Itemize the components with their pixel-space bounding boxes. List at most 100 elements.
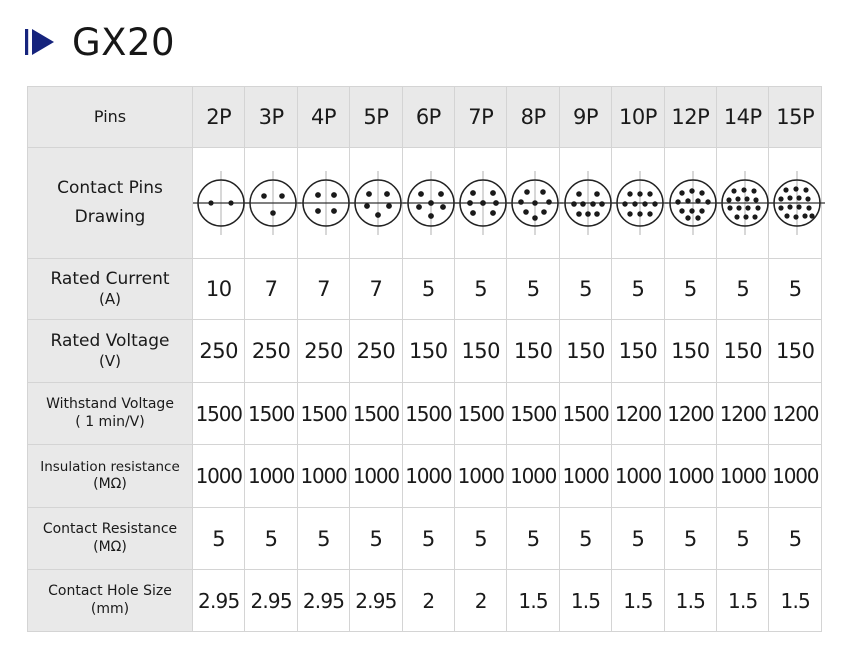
cell-rated-voltage-6p: 150 — [401, 319, 456, 383]
table-row-withstand-voltage: Withstand Voltage( 1 min/V) 1500 1500 1500 1… — [27, 382, 822, 445]
cell-withstand-voltage-12p: 1200 — [663, 382, 718, 445]
cell-contact-resistance-12p: 5 — [663, 507, 718, 570]
row-label-line2: Drawing — [74, 207, 146, 227]
cell-insulation-resistance-5p: 1000 — [349, 444, 403, 508]
row-label-line2: (V) — [99, 352, 121, 371]
column-header-9p: 9P — [558, 86, 613, 148]
page-title-bar: GX20 — [24, 18, 175, 66]
cell-contact-hole-size-10p: 1.5 — [611, 569, 665, 632]
cell-contact-resistance-7p: 5 — [454, 507, 508, 570]
cell-insulation-resistance-12p: 1000 — [663, 444, 718, 508]
cell-withstand-voltage-3p: 1500 — [244, 382, 298, 445]
cell-contact-hole-size-12p: 1.5 — [663, 569, 718, 632]
connector-drawing-9p — [558, 147, 616, 259]
cell-insulation-resistance-6p: 1000 — [401, 444, 456, 508]
cell-insulation-resistance-15p: 1000 — [768, 444, 822, 508]
row-label-contact-hole-size: Contact Hole Size (mm) — [27, 569, 193, 632]
table-row-rated-voltage: Rated Voltage (V) 250 250 250 250 150 150 150 150… — [27, 319, 822, 383]
connector-drawing-3p — [244, 147, 302, 259]
column-header-10p: 10P — [611, 86, 665, 148]
cell-contact-hole-size-3p: 2.95 — [244, 569, 298, 632]
cell-withstand-voltage-5p: 1500 — [349, 382, 403, 445]
table-header-row: Pins 2P 3P 4P 5P 6P 7P 8P 9P 10P 12P 14P 15P — [27, 86, 822, 148]
cell-contact-resistance-10p: 5 — [611, 507, 665, 570]
cell-contact-hole-size-15p: 1.5 — [768, 569, 822, 632]
cell-rated-current-4p: 7 — [296, 258, 351, 320]
cell-insulation-resistance-7p: 1000 — [454, 444, 508, 508]
cell-rated-current-6p: 5 — [401, 258, 456, 320]
cell-rated-voltage-8p: 150 — [506, 319, 560, 383]
cell-contact-resistance-14p: 5 — [716, 507, 770, 570]
column-header-8p: 8P — [506, 86, 560, 148]
cell-rated-current-14p: 5 — [716, 258, 770, 320]
row-label-insulation-resistance: Insulation resistance (MΩ) — [27, 444, 193, 508]
cell-insulation-resistance-2p: 1000 — [191, 444, 246, 508]
row-label-line1: Contact Resistance — [42, 521, 178, 537]
cell-contact-resistance-9p: 5 — [558, 507, 613, 570]
connector-drawing-8p — [506, 147, 564, 259]
cell-rated-current-15p: 5 — [768, 258, 822, 320]
column-header-5p: 5P — [349, 86, 403, 148]
cell-contact-resistance-2p: 5 — [191, 507, 246, 570]
row-label-line1: Rated Voltage — [50, 331, 170, 351]
cell-rated-voltage-4p: 250 — [296, 319, 351, 383]
row-label-rated-voltage: Rated Voltage (V) — [27, 319, 193, 383]
cell-rated-voltage-3p: 250 — [244, 319, 298, 383]
cell-contact-hole-size-14p: 1.5 — [716, 569, 770, 632]
connector-drawing-14p — [716, 147, 774, 259]
cell-rated-voltage-10p: 150 — [611, 319, 665, 383]
column-header-12p: 12P — [663, 86, 718, 148]
connector-drawing-7p — [454, 147, 512, 259]
row-label-contact-resistance: Contact Resistance (MΩ) — [27, 507, 193, 570]
specifications-table: Pins 2P 3P 4P 5P 6P 7P 8P 9P 10P 12P 14P 15P Contact … — [27, 86, 826, 632]
cell-rated-voltage-2p: 250 — [191, 319, 246, 383]
cell-insulation-resistance-10p: 1000 — [611, 444, 665, 508]
cell-rated-voltage-7p: 150 — [454, 319, 508, 383]
connector-drawing-10p — [611, 147, 669, 259]
cell-insulation-resistance-9p: 1000 — [558, 444, 613, 508]
cell-contact-resistance-4p: 5 — [296, 507, 351, 570]
row-label-contact-pins-drawing: Contact Pins Drawing — [27, 147, 193, 259]
row-label-line1: Rated Current — [50, 269, 170, 289]
cell-contact-hole-size-5p: 2.95 — [349, 569, 403, 632]
cell-rated-voltage-9p: 150 — [558, 319, 613, 383]
cell-rated-current-8p: 5 — [506, 258, 560, 320]
cell-rated-current-3p: 7 — [244, 258, 298, 320]
page-title: GX20 — [72, 20, 176, 64]
play-triangle-icon — [25, 29, 54, 55]
row-label-line1: Withstand Voltage — [46, 396, 174, 412]
cell-withstand-voltage-15p: 1200 — [768, 382, 822, 445]
cell-contact-hole-size-7p: 2 — [454, 569, 508, 632]
row-label-line2: (MΩ) — [93, 475, 127, 492]
cell-rated-current-5p: 7 — [349, 258, 403, 320]
cell-contact-resistance-6p: 5 — [401, 507, 456, 570]
row-label-withstand-voltage: Withstand Voltage( 1 min/V) — [27, 382, 193, 445]
cell-contact-hole-size-4p: 2.95 — [296, 569, 351, 632]
table-row-insulation-resistance: Insulation resistance (MΩ) 1000 1000 1000 100… — [27, 444, 822, 508]
cell-withstand-voltage-8p: 1500 — [506, 382, 560, 445]
cell-rated-current-2p: 10 — [191, 258, 246, 320]
connector-drawing-2p — [191, 147, 249, 259]
cell-rated-current-10p: 5 — [611, 258, 665, 320]
row-label-line2: (mm) — [90, 600, 130, 617]
connector-drawing-6p — [401, 147, 459, 259]
row-label-line1: Insulation resistance — [40, 458, 180, 475]
connector-drawing-5p — [349, 147, 407, 259]
table-row-contact-hole-size: Contact Hole Size (mm) 2.95 2.95 2.95 2.95 2 2 1… — [27, 569, 822, 632]
cell-contact-hole-size-2p: 2.95 — [191, 569, 246, 632]
cell-withstand-voltage-4p: 1500 — [296, 382, 351, 445]
row-label-line1: Contact Pins — [57, 178, 163, 199]
row-label-line1: Contact Hole Size — [48, 583, 172, 599]
column-header-7p: 7P — [454, 86, 508, 148]
cell-withstand-voltage-10p: 1200 — [611, 382, 665, 445]
cell-contact-resistance-3p: 5 — [244, 507, 298, 570]
column-header-14p: 14P — [716, 86, 770, 148]
row-label-rated-current: Rated Current (A) — [27, 258, 193, 320]
cell-withstand-voltage-2p: 1500 — [191, 382, 246, 445]
cell-withstand-voltage-7p: 1500 — [454, 382, 508, 445]
table-row-rated-current: Rated Current (A) 10 7 7 7 5 5 5 5 5 5 5 5 — [27, 258, 822, 320]
column-header-2p: 2P — [191, 86, 246, 148]
row-label-line2: (MΩ) — [93, 538, 127, 555]
connector-drawing-12p — [663, 147, 721, 259]
connector-drawing-15p — [768, 147, 826, 259]
